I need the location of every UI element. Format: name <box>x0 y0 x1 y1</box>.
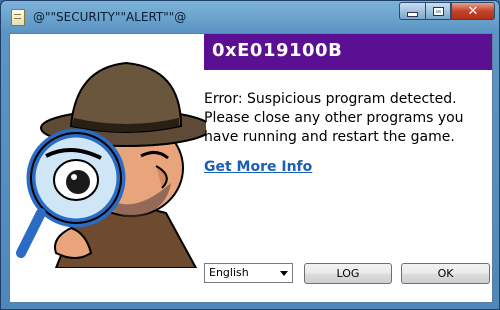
close-button[interactable]: ✕ <box>451 2 495 20</box>
ok-button[interactable]: OK <box>401 263 490 284</box>
title-bar[interactable]: @""SECURITY""ALERT""@ ✕ <box>1 1 500 33</box>
document-icon <box>11 9 25 26</box>
maximize-icon <box>432 6 444 16</box>
language-dropdown[interactable]: English <box>204 263 293 283</box>
error-header: 0xE019100B <box>204 34 492 70</box>
minimize-icon <box>407 11 418 17</box>
error-message: Error: Suspicious program detected. Plea… <box>204 91 464 145</box>
maximize-button[interactable] <box>425 2 451 20</box>
language-selected: English <box>209 266 249 279</box>
security-alert-window: @""SECURITY""ALERT""@ ✕ 0xE019100B Error… <box>0 0 500 310</box>
close-icon: ✕ <box>467 3 479 19</box>
get-more-info-link[interactable]: Get More Info <box>204 159 312 175</box>
log-button[interactable]: LOG <box>304 263 392 284</box>
window-controls: ✕ <box>399 2 495 20</box>
minimize-button[interactable] <box>399 2 425 20</box>
error-code: 0xE019100B <box>212 40 343 61</box>
window-title: @""SECURITY""ALERT""@ <box>33 10 187 24</box>
detective-magnifier-illustration <box>16 61 206 268</box>
dialog-footer: English LOG OK <box>204 263 490 285</box>
chevron-down-icon <box>280 271 288 276</box>
dialog-body: 0xE019100B Error: Suspicious program det… <box>9 33 493 303</box>
